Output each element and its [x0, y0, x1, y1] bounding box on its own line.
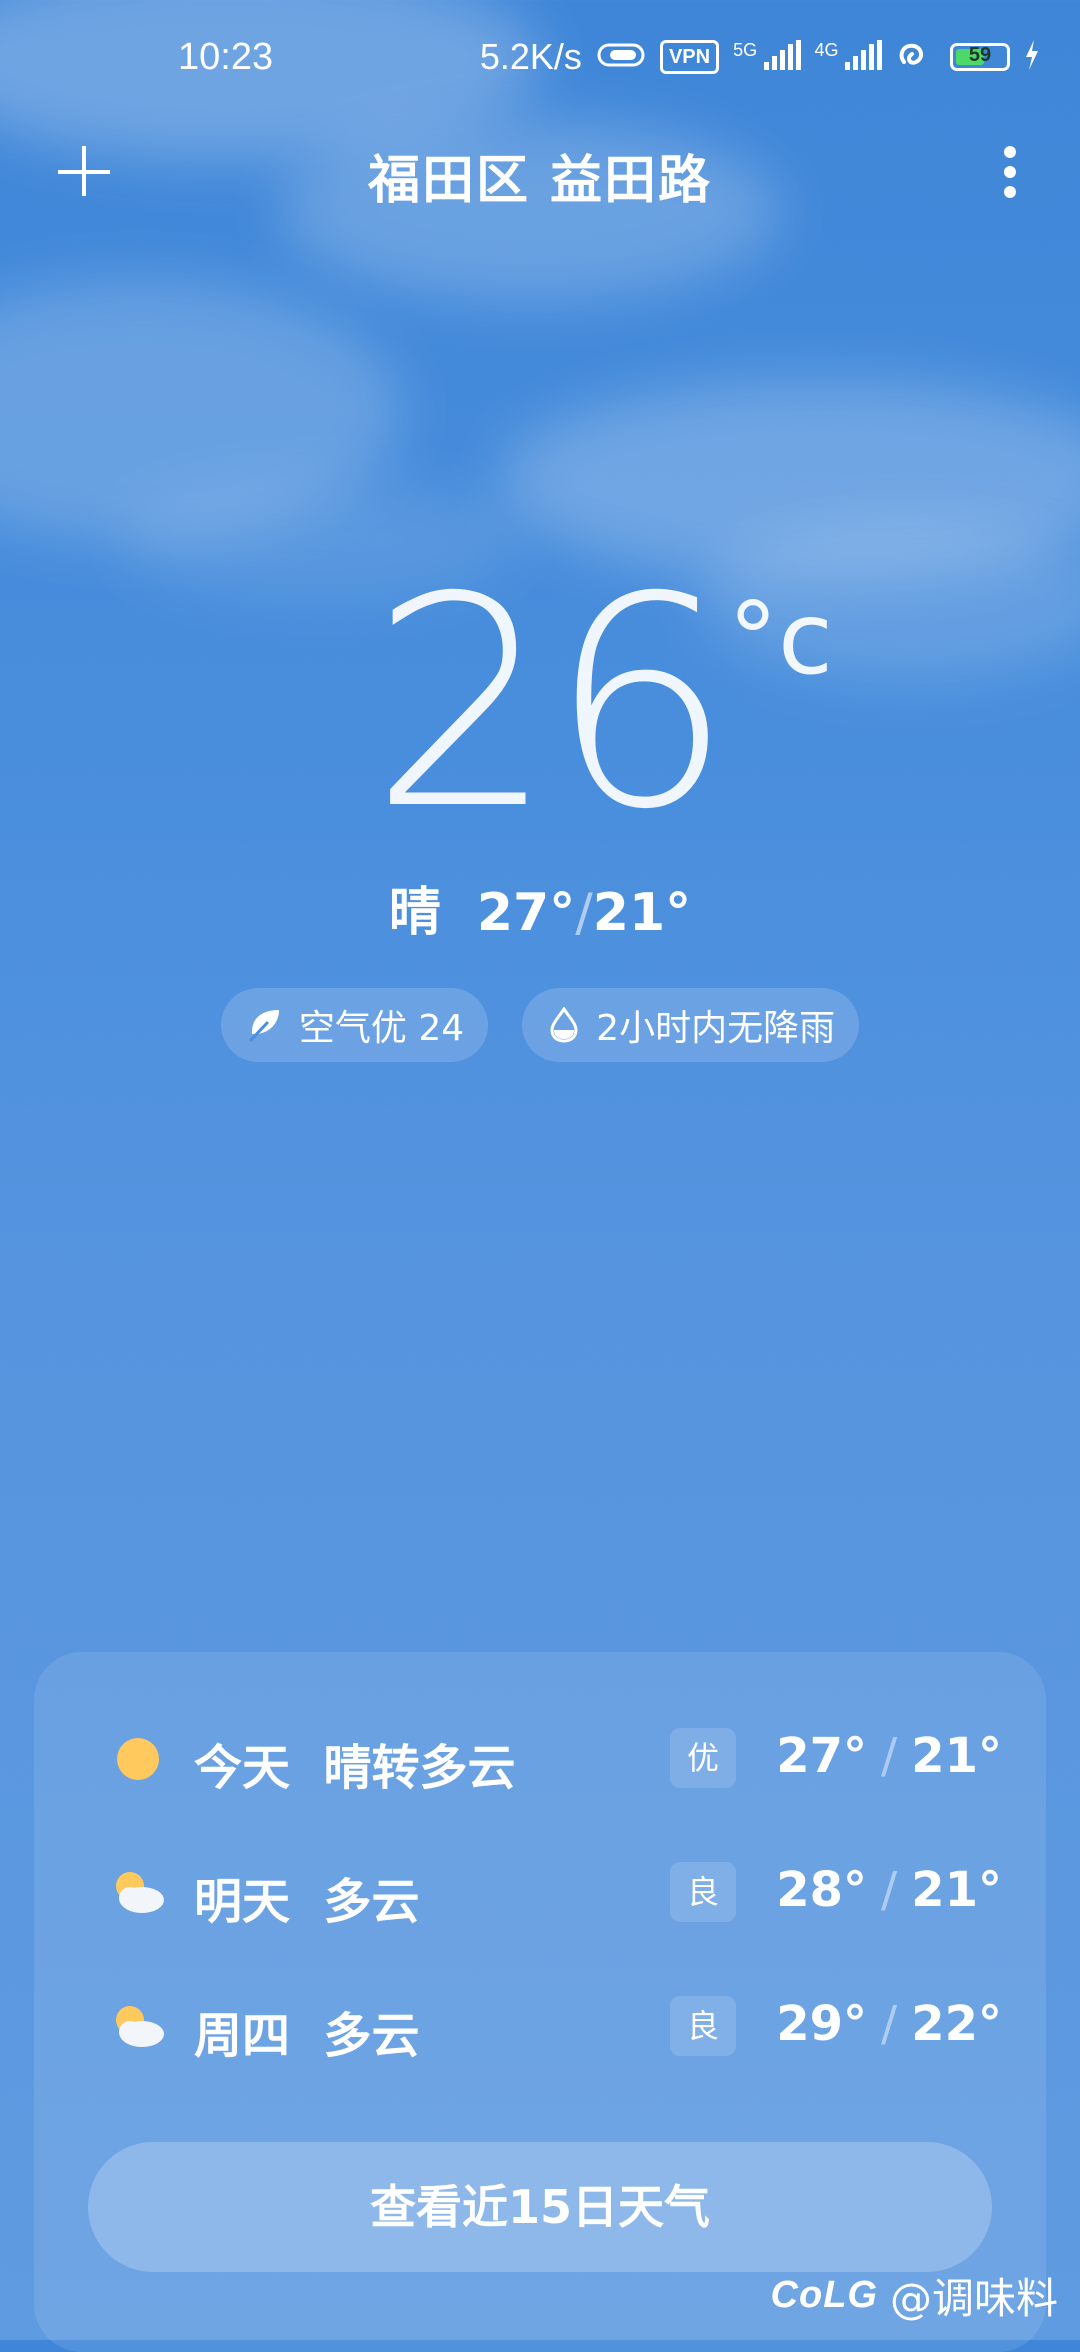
- today-low: 21°: [592, 883, 692, 943]
- air-quality-chip[interactable]: 空气优 24: [220, 988, 489, 1062]
- high-low-separator: /: [575, 883, 593, 943]
- forecast-temps: 29°/22°: [776, 1996, 1002, 2052]
- partly-cloudy-icon: [110, 2002, 166, 2052]
- link-icon: [596, 40, 646, 75]
- forecast-row-tomorrow[interactable]: 明天 多云 良 28°/21°: [74, 1852, 1002, 1932]
- forecast-row-thursday[interactable]: 周四 多云 良 29°/22°: [74, 1986, 1002, 2066]
- aqi-badge: 良: [670, 1862, 736, 1922]
- current-condition: 晴: [388, 883, 441, 943]
- location-title[interactable]: 福田区 益田路: [0, 138, 1080, 213]
- more-menu-button[interactable]: [990, 142, 1030, 202]
- rain-forecast-label: 2小时内无降雨: [596, 1008, 836, 1049]
- charging-icon: [1024, 39, 1040, 75]
- app-header: 福田区 益田路: [0, 120, 1080, 220]
- status-time: 10:23: [178, 36, 274, 78]
- forecast-temps: 28°/21°: [776, 1862, 1002, 1918]
- watermark: CoLG @调味料: [771, 2265, 1058, 2326]
- network-speed: 5.2K/s: [479, 36, 582, 77]
- status-bar: 10:23 5.2K/s VPN 5G 4G 59: [0, 0, 1080, 120]
- sim2-signal-icon: 4G: [814, 39, 882, 75]
- temperature-unit: °c: [728, 580, 833, 697]
- forecast-day-label: 今天 晴转多云: [194, 1740, 516, 1796]
- info-chips: 空气优 24 2小时内无降雨: [0, 988, 1080, 1062]
- sim1-network-label: 5G: [733, 39, 758, 60]
- aqi-badge: 良: [670, 1996, 736, 2056]
- today-high: 27°: [476, 883, 576, 943]
- aqi-badge: 优: [670, 1728, 736, 1788]
- current-condition-line: 晴 27°/21°: [0, 870, 1080, 945]
- current-temperature: 26: [370, 536, 733, 873]
- air-quality-label: 空气优 24: [298, 1008, 465, 1049]
- forecast-day-label: 明天 多云: [194, 1874, 420, 1930]
- sun-icon: [110, 1734, 166, 1784]
- watermark-handle: @调味料: [889, 2274, 1058, 2323]
- battery-level: 59: [968, 44, 992, 66]
- leaf-icon: [249, 1010, 279, 1042]
- water-drop-icon: [550, 1007, 578, 1043]
- partly-cloudy-icon: [110, 1868, 166, 1918]
- forecast-temps: 27°/21°: [776, 1728, 1002, 1784]
- sim1-signal-icon: 5G: [733, 39, 801, 75]
- hotspot-icon: [896, 40, 936, 75]
- view-15-day-forecast-button[interactable]: 查看近15日天气: [88, 2142, 992, 2272]
- rain-forecast-chip[interactable]: 2小时内无降雨: [522, 988, 860, 1062]
- sim2-network-label: 4G: [814, 39, 839, 60]
- forecast-row-today[interactable]: 今天 晴转多云 优 27°/21°: [74, 1718, 1002, 1798]
- vpn-badge: VPN: [659, 40, 720, 74]
- status-icons: 5.2K/s VPN 5G 4G 59: [480, 36, 1040, 78]
- colg-logo: CoLG: [770, 2274, 878, 2316]
- battery-icon: 59: [950, 43, 1010, 71]
- forecast-day-label: 周四 多云: [194, 2008, 420, 2064]
